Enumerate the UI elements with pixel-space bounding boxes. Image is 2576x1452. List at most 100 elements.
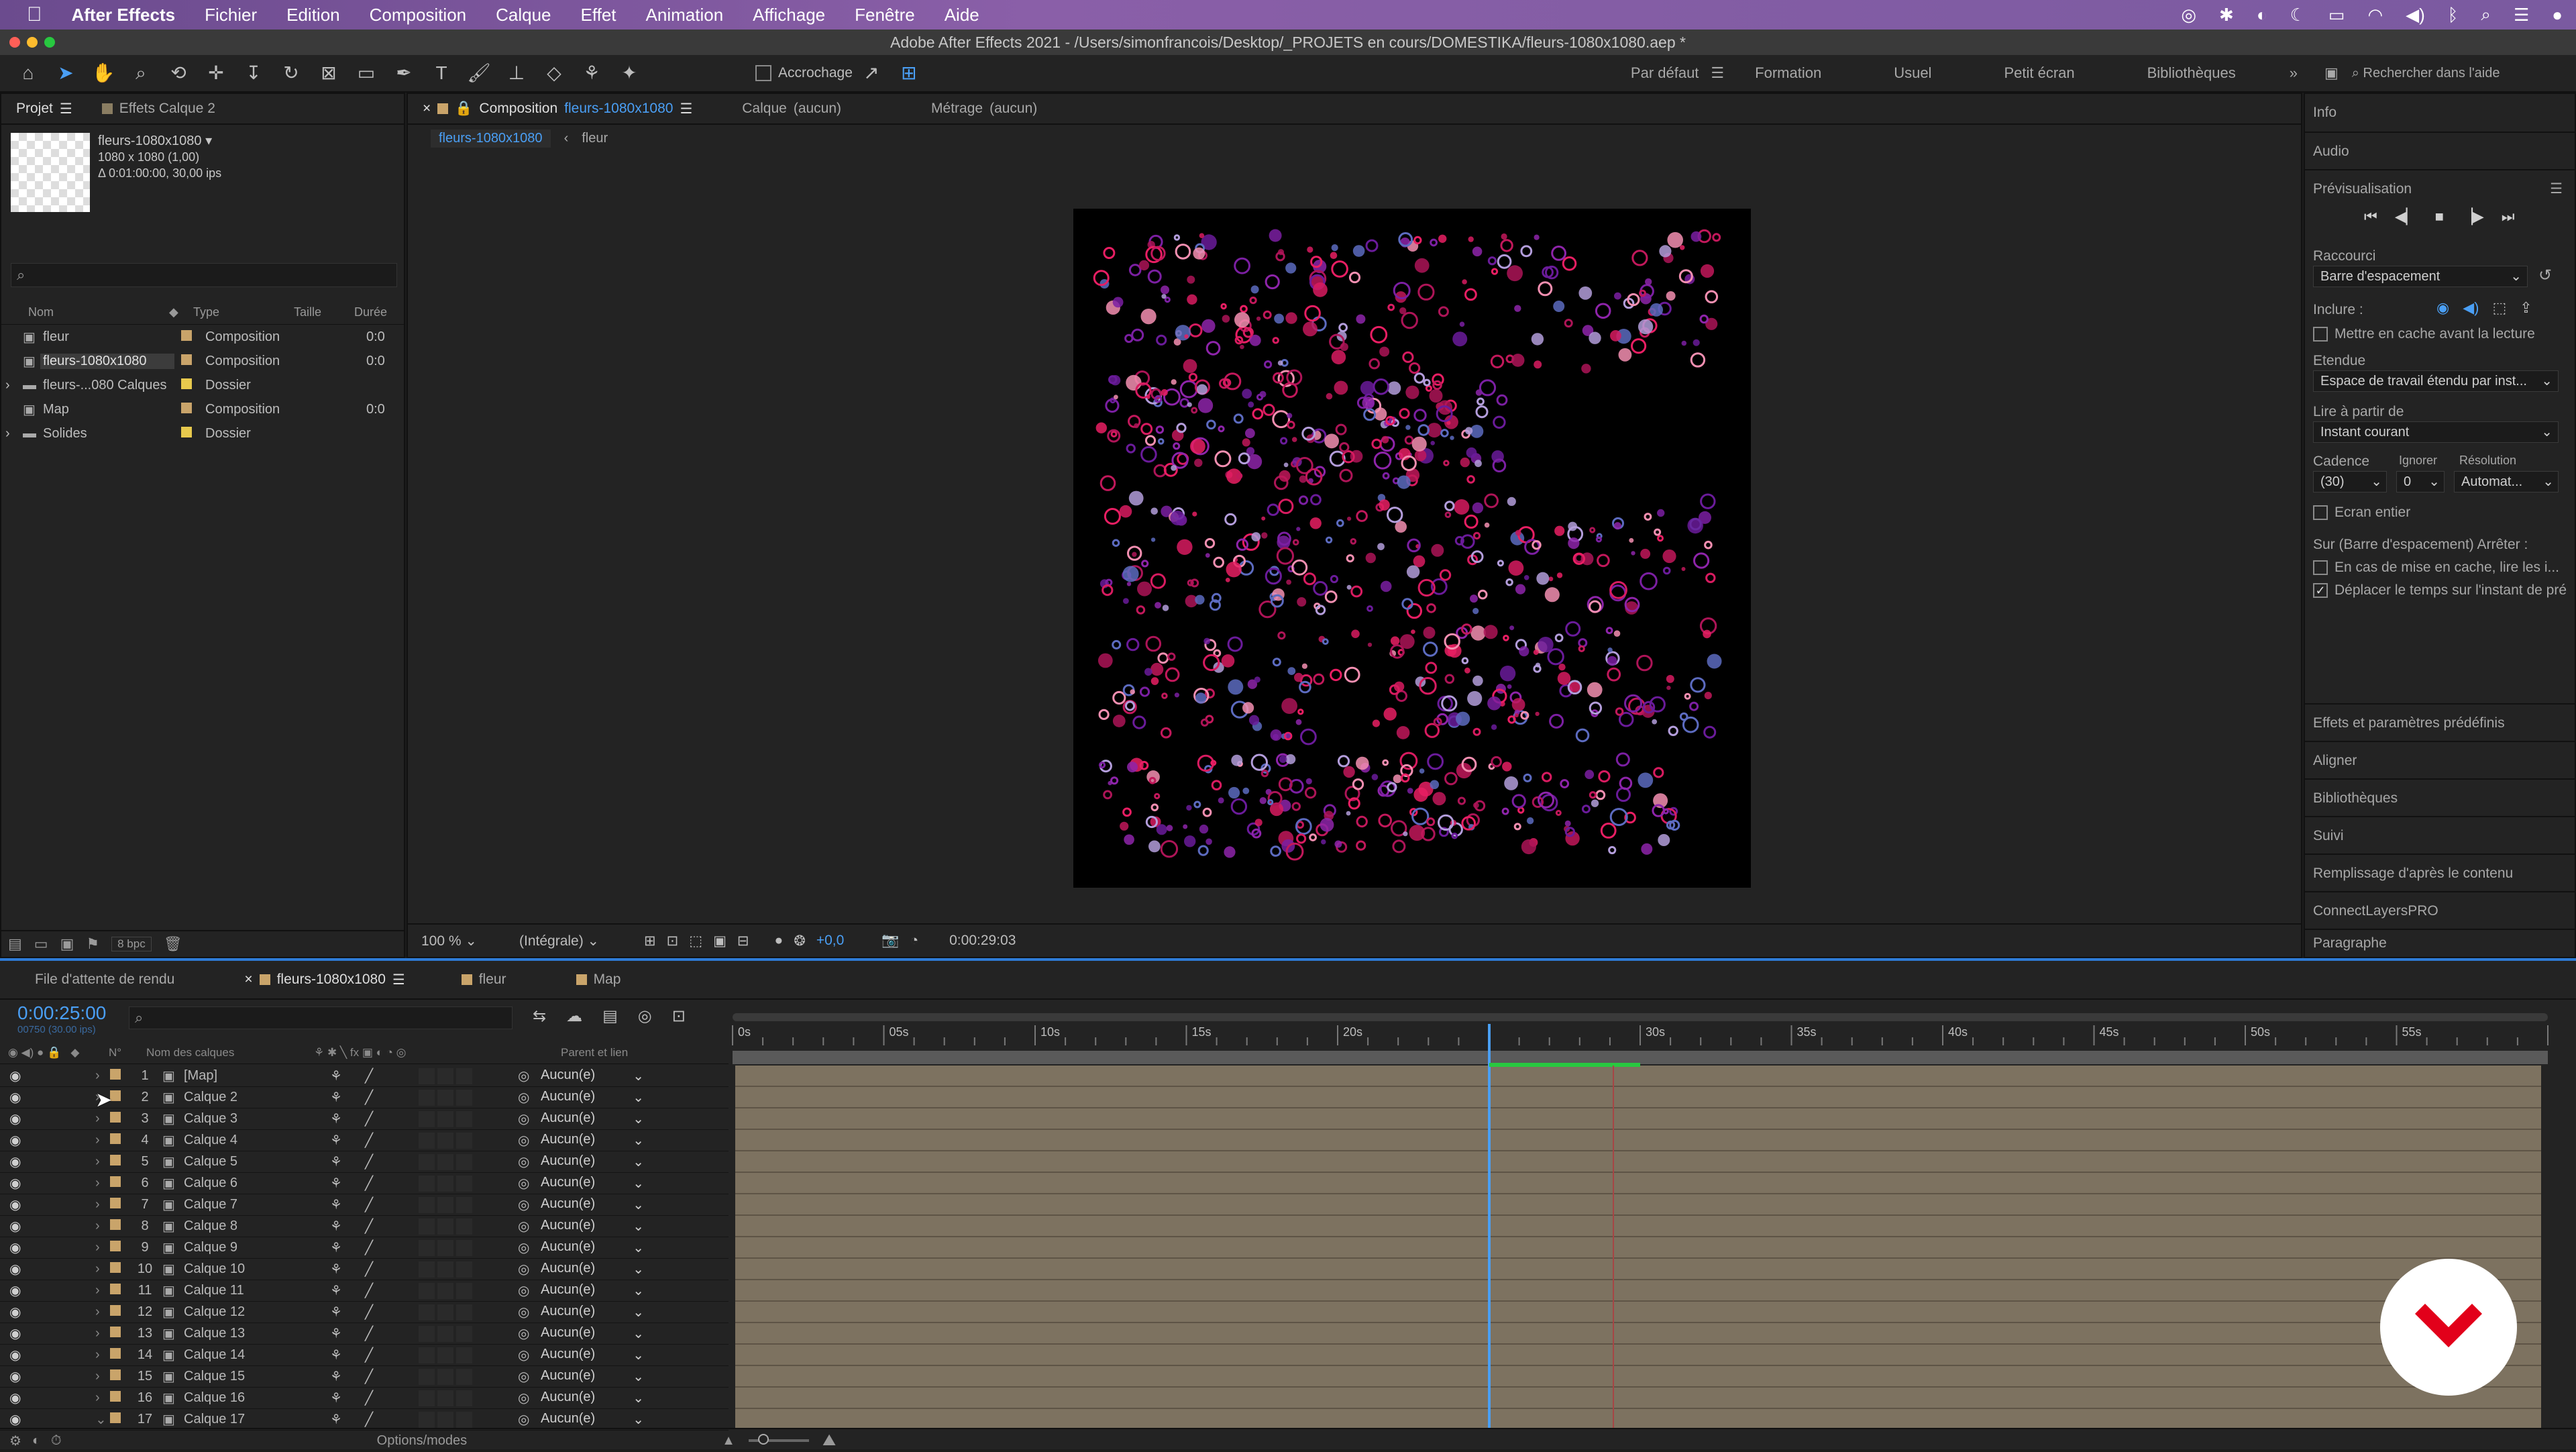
- rotate-tool-icon[interactable]: ↻: [276, 58, 306, 88]
- breadcrumb-comp[interactable]: fleurs-1080x1080: [431, 129, 551, 148]
- pick-whip-icon[interactable]: ◎: [518, 1132, 541, 1149]
- motion-blur-switch[interactable]: [456, 1110, 472, 1127]
- eye-icon[interactable]: ◉: [9, 1239, 52, 1256]
- work-area-bar[interactable]: [733, 1013, 2548, 1021]
- layer-row[interactable]: ◉ › 15 ▣ Calque 15 ⚘ ╱ ◎ Aucun(e) ⌄: [0, 1366, 729, 1388]
- label-swatch[interactable]: [110, 1219, 121, 1230]
- parent-select[interactable]: Aucun(e) ⌄: [541, 1282, 644, 1299]
- tab-timeline-comp[interactable]: × fleurs-1080x1080 ☰: [229, 972, 419, 988]
- flowchart-icon[interactable]: ⚑: [86, 935, 99, 953]
- color-channels-icon[interactable]: ●: [775, 933, 784, 949]
- tab-timeline-fleur[interactable]: fleur: [447, 972, 521, 988]
- twirl-arrow-icon[interactable]: ›: [95, 1111, 110, 1127]
- workspace-menu-icon[interactable]: ☰: [1711, 64, 1724, 82]
- layer-name[interactable]: Calque 7: [184, 1197, 330, 1212]
- label-swatch[interactable]: [110, 1284, 121, 1294]
- region-of-interest-icon[interactable]: ▣: [713, 933, 727, 949]
- pick-whip-icon[interactable]: ◎: [518, 1153, 541, 1170]
- workspace-petit-ecran[interactable]: Petit écran: [2004, 64, 2074, 82]
- tab-effets[interactable]: Effets Calque 2: [87, 101, 230, 117]
- expand-arrow-icon[interactable]: ›: [5, 378, 16, 393]
- layer-duration-bar[interactable]: [735, 1216, 2541, 1237]
- motion-blur-icon[interactable]: ◎: [638, 1006, 652, 1026]
- workspace-par-defaut[interactable]: Par défaut: [1631, 64, 1699, 82]
- tab-projet[interactable]: Projet ☰: [1, 101, 87, 117]
- pick-whip-icon[interactable]: ◎: [518, 1196, 541, 1213]
- home-icon[interactable]: ⌂: [13, 58, 43, 88]
- twirl-arrow-icon[interactable]: ›: [95, 1197, 110, 1212]
- layer-duration-bar[interactable]: [735, 1259, 2541, 1280]
- layer-duration-bar[interactable]: [735, 1280, 2541, 1302]
- in-out-toggle-icon[interactable]: ⏱: [51, 1433, 62, 1449]
- motion-blur-switch[interactable]: [456, 1089, 472, 1106]
- guides-icon[interactable]: ⊟: [737, 933, 749, 949]
- parent-select[interactable]: Aucun(e) ⌄: [541, 1110, 644, 1127]
- layer-duration-bar[interactable]: [735, 1108, 2541, 1130]
- project-item[interactable]: ▣ fleurs-1080x1080 Composition 0:0: [1, 349, 404, 373]
- collapse-switch-icon[interactable]: ╱: [365, 1110, 419, 1127]
- layer-row[interactable]: ◉ › 7 ▣ Calque 7 ⚘ ╱ ◎ Aucun(e) ⌄: [0, 1194, 729, 1216]
- panel-menu-icon[interactable]: ☰: [60, 101, 72, 117]
- collapse-switch-icon[interactable]: ╱: [365, 1261, 419, 1278]
- twirl-arrow-icon[interactable]: ›: [95, 1390, 110, 1406]
- layer-name[interactable]: Calque 2: [184, 1090, 330, 1105]
- eye-icon[interactable]: ◉: [9, 1347, 52, 1363]
- layer-row[interactable]: ◉ › 5 ▣ Calque 5 ⚘ ╱ ◎ Aucun(e) ⌄: [0, 1151, 729, 1173]
- motion-blur-switch[interactable]: [456, 1196, 472, 1213]
- zoom-tool-icon[interactable]: ⌕: [126, 58, 156, 88]
- next-frame-icon[interactable]: ▕▶: [2461, 208, 2484, 225]
- menu-fichier[interactable]: Fichier: [205, 5, 257, 25]
- zoom-slider-handle[interactable]: [757, 1434, 769, 1445]
- effect-switch[interactable]: [437, 1153, 453, 1170]
- layer-duration-bar[interactable]: [735, 1130, 2541, 1151]
- motion-blur-switch[interactable]: [456, 1175, 472, 1192]
- quality-switch[interactable]: [419, 1196, 435, 1213]
- label-swatch[interactable]: [181, 426, 192, 437]
- new-folder-icon[interactable]: ▭: [34, 935, 48, 953]
- layer-row[interactable]: ◉ › 13 ▣ Calque 13 ⚘ ╱ ◎ Aucun(e) ⌄: [0, 1323, 729, 1345]
- collapse-switch-icon[interactable]: ╱: [365, 1304, 419, 1320]
- eye-icon[interactable]: ◉: [9, 1304, 52, 1320]
- quality-switch[interactable]: [419, 1347, 435, 1363]
- apple-icon[interactable]: : [27, 3, 42, 26]
- current-timecode[interactable]: 0:00:25:00: [17, 1002, 106, 1024]
- pick-whip-icon[interactable]: ◎: [518, 1239, 541, 1256]
- pick-whip-icon[interactable]: ◎: [518, 1304, 541, 1320]
- breadcrumb-fleur[interactable]: fleur: [582, 131, 608, 146]
- viewer-timecode[interactable]: 0:00:29:03: [949, 933, 1016, 949]
- eye-icon[interactable]: ◉: [9, 1325, 52, 1342]
- menu-affichage[interactable]: Affichage: [753, 5, 825, 25]
- info-panel[interactable]: Info: [2305, 94, 2575, 132]
- layer-duration-bar[interactable]: [735, 1087, 2541, 1108]
- timeline-zoom-slider[interactable]: [748, 1434, 809, 1445]
- collapse-switch-icon[interactable]: ╱: [365, 1153, 419, 1170]
- layer-switches-toggle-icon[interactable]: ⚙: [9, 1433, 21, 1449]
- eye-icon[interactable]: ◉: [9, 1068, 52, 1084]
- parent-select[interactable]: Aucun(e) ⌄: [541, 1325, 644, 1342]
- quality-switch[interactable]: [419, 1153, 435, 1170]
- pick-whip-icon[interactable]: ◎: [518, 1325, 541, 1342]
- layer-name[interactable]: Calque 4: [184, 1133, 330, 1148]
- clone-stamp-icon[interactable]: ⊥: [502, 58, 531, 88]
- selection-tool-icon[interactable]: ➤: [51, 58, 80, 88]
- fullscreen-checkbox[interactable]: [2313, 505, 2328, 521]
- include-export-icon[interactable]: ⇪: [2520, 299, 2532, 317]
- twirl-arrow-icon[interactable]: ›: [95, 1133, 110, 1148]
- layer-duration-bar[interactable]: [735, 1323, 2541, 1345]
- effect-switch[interactable]: [437, 1325, 453, 1342]
- pen-tool-icon[interactable]: ✒: [389, 58, 419, 88]
- col-parent[interactable]: Parent et lien: [561, 1046, 628, 1059]
- panel-paragraphe[interactable]: Paragraphe: [2305, 929, 2575, 955]
- resolution-select[interactable]: Automat... ⌄: [2454, 471, 2559, 492]
- ruler-ticks[interactable]: 0s05s10s15s20s30s35s40s45s50s55s01:0: [729, 1025, 2553, 1045]
- lire-select[interactable]: Instant courant ⌄: [2313, 421, 2559, 443]
- pick-whip-icon[interactable]: ◎: [518, 1282, 541, 1299]
- label-swatch[interactable]: [110, 1069, 121, 1080]
- eye-icon[interactable]: ◉: [9, 1390, 52, 1406]
- layer-duration-bar[interactable]: [735, 1302, 2541, 1323]
- quality-switch[interactable]: [419, 1282, 435, 1299]
- shy-switch-icon[interactable]: ⚘: [330, 1218, 365, 1235]
- effect-switch[interactable]: [437, 1368, 453, 1385]
- effect-switch[interactable]: [437, 1068, 453, 1084]
- menu-composition[interactable]: Composition: [370, 5, 467, 25]
